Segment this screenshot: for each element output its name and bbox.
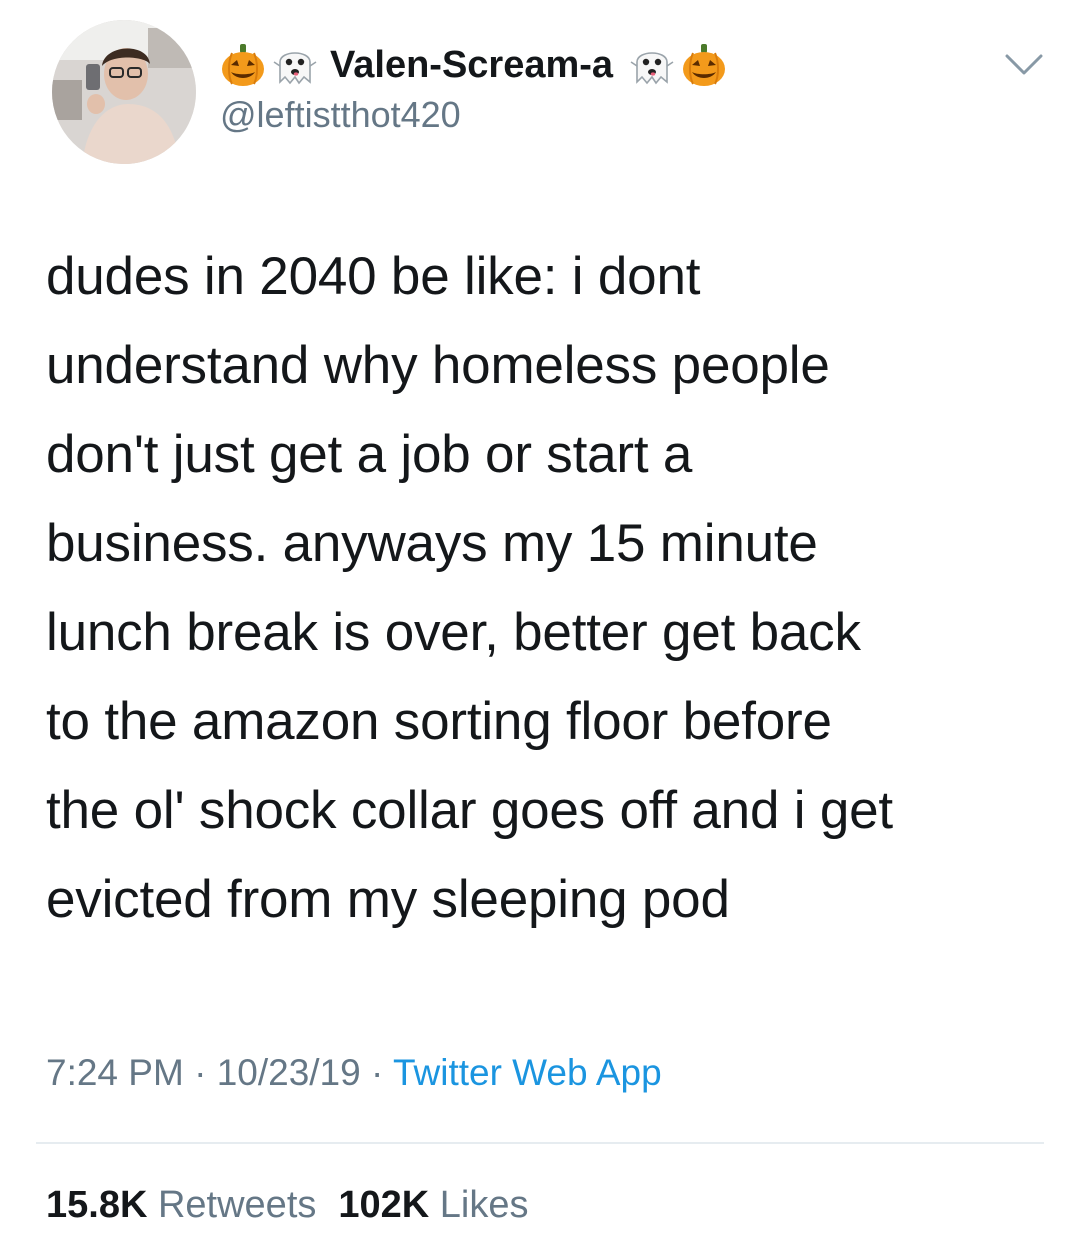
likes-stat[interactable]: 102K Likes <box>338 1184 528 1226</box>
jack-o-lantern-icon <box>681 42 727 88</box>
meta-separator: · <box>360 1052 393 1093</box>
tweet-stats: 15.8K Retweets 102K Likes <box>46 1184 529 1227</box>
ghost-icon <box>272 42 318 88</box>
author-display-name[interactable]: Valen-Scream-a <box>330 44 613 87</box>
retweets-count: 15.8K <box>46 1184 148 1226</box>
tweet-card: Valen-Scream-a @leftistthot420 dudes in … <box>0 0 1080 1248</box>
divider <box>36 1142 1044 1144</box>
likes-label: Likes <box>439 1184 529 1226</box>
meta-separator: · <box>183 1052 217 1093</box>
tweet-source-link[interactable]: Twitter Web App <box>393 1052 662 1093</box>
avatar[interactable] <box>52 20 196 164</box>
author-handle[interactable]: @leftistthot420 <box>220 94 461 136</box>
jack-o-lantern-icon <box>220 42 266 88</box>
author-name-row[interactable]: Valen-Scream-a <box>220 40 727 90</box>
likes-count: 102K <box>338 1184 430 1226</box>
avatar-photo <box>52 20 196 164</box>
tweet-time[interactable]: 7:24 PM <box>46 1052 184 1093</box>
retweets-stat[interactable]: 15.8K Retweets <box>46 1184 316 1226</box>
tweet-text: dudes in 2040 be like: i dont understand… <box>46 247 893 929</box>
retweets-label: Retweets <box>157 1184 317 1226</box>
tweet-date[interactable]: 10/23/19 <box>217 1052 361 1093</box>
chevron-down-icon[interactable] <box>1004 52 1044 78</box>
tweet-meta: 7:24 PM · 10/23/19 · Twitter Web App <box>46 1052 662 1094</box>
ghost-icon <box>629 42 675 88</box>
